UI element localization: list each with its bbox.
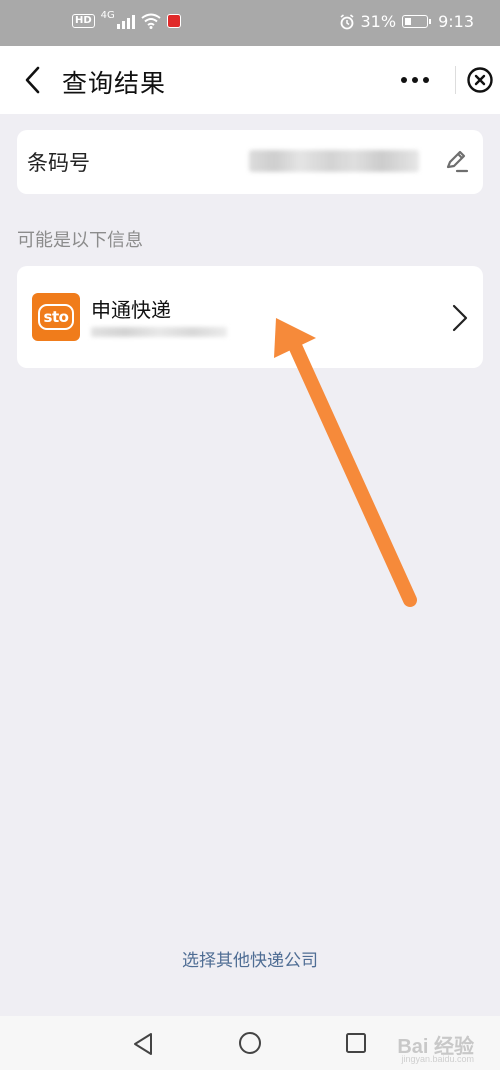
system-navigation-bar: Bai 经验 jingyan.baidu.com: [0, 1016, 500, 1070]
page-title: 查询结果: [62, 69, 167, 98]
capsule-divider: [455, 66, 456, 94]
close-icon[interactable]: [466, 66, 494, 94]
company-name: 申通快递: [91, 298, 171, 322]
mini-program-capsule: [386, 62, 493, 98]
barcode-value-blurred: [249, 150, 419, 172]
choose-other-company-link[interactable]: 选择其他快递公司: [0, 946, 500, 971]
edit-icon[interactable]: [443, 148, 469, 174]
system-recent-icon[interactable]: [345, 1032, 367, 1054]
clock: 9:13: [438, 12, 474, 31]
status-right: 31% 9:13: [339, 12, 474, 31]
app-notification-icon: [166, 14, 181, 28]
section-hint: 可能是以下信息: [17, 230, 143, 251]
back-icon[interactable]: [20, 65, 48, 95]
network-type: 4G: [100, 9, 115, 21]
hd-icon: HD: [72, 14, 95, 28]
status-left: HD 4G: [72, 9, 181, 29]
wifi-icon: [141, 13, 161, 29]
battery-percent: 31%: [360, 12, 397, 31]
navigation-bar: 查询结果: [0, 46, 500, 114]
more-icon[interactable]: [386, 62, 444, 98]
chevron-right-icon: [452, 304, 468, 332]
tracking-number-blurred: [91, 327, 227, 337]
sto-logo: sto: [32, 293, 80, 341]
alarm-icon: [340, 13, 353, 29]
signal-icon: [116, 13, 135, 29]
barcode-label: 条码号: [27, 151, 90, 175]
sto-logo-text: sto: [38, 304, 74, 330]
system-home-icon[interactable]: [238, 1031, 262, 1055]
status-bar: HD 4G 31% 9:13: [0, 0, 500, 46]
battery-icon: [402, 15, 432, 28]
barcode-card[interactable]: 条码号: [17, 130, 483, 194]
baidu-watermark-url: jingyan.baidu.com: [401, 1054, 474, 1064]
system-back-icon[interactable]: [131, 1031, 155, 1057]
result-card-sto[interactable]: sto 申通快递: [17, 266, 483, 368]
